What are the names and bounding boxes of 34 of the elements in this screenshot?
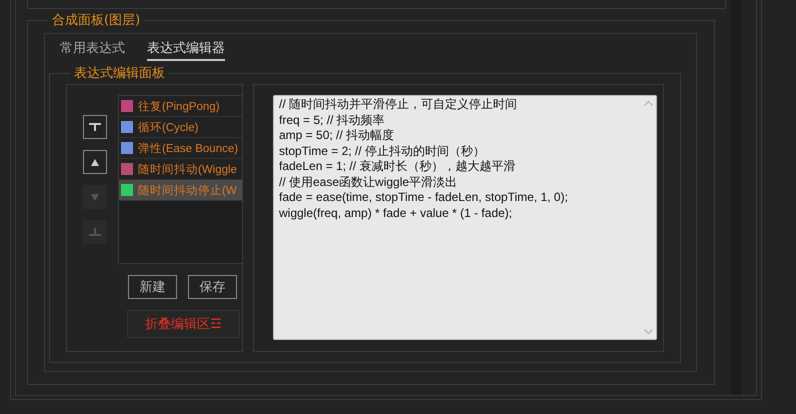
list-item[interactable]: 弹性(Ease Bounce)	[119, 138, 242, 159]
code-line: stopTime = 2; // 停止抖动的时间（秒）	[279, 144, 486, 159]
up-arrow-icon	[91, 158, 99, 166]
code-line: fadeLen = 1; // 衰减时长（秒），越大越平滑	[279, 159, 516, 174]
action-button[interactable]: 保存	[188, 275, 237, 299]
move-button[interactable]	[83, 150, 107, 174]
list-item[interactable]: 随时间抖动停止(W	[119, 180, 242, 201]
scroll-down-icon[interactable]	[644, 329, 652, 335]
code-line: fade = ease(time, stopTime - fadeLen, stopTime, 1, 0);	[279, 190, 569, 206]
item-label: 随时间抖动(Wiggle	[138, 162, 237, 176]
tab[interactable]: 表达式编辑器	[147, 37, 225, 61]
code-line: // 使用ease函数让wiggle平滑淡出	[279, 174, 458, 190]
code-line: // 随时间抖动并平滑停止，可自定义停止时间	[279, 97, 518, 112]
code-line: amp = 50; // 抖动幅度	[279, 128, 396, 144]
move-button[interactable]	[83, 115, 107, 139]
code-line: freq = 5; // 抖动频率	[279, 112, 386, 128]
code-editor[interactable]	[273, 95, 657, 340]
tab[interactable]: 常用表达式	[60, 37, 125, 61]
collapse-button[interactable]: 折叠编辑区☲	[127, 310, 240, 338]
down-arrow-icon	[91, 194, 99, 200]
move-top-icon	[89, 123, 101, 131]
list-item[interactable]: 循环(Cycle)	[119, 117, 242, 138]
list-item[interactable]: 随时间抖动(Wiggle	[119, 159, 242, 180]
list-item[interactable]: 往复(PingPong)	[119, 96, 242, 117]
item-label: 循环(Cycle)	[138, 120, 198, 134]
scroll-up-icon[interactable]	[644, 100, 652, 106]
action-button[interactable]: 新建	[128, 275, 177, 299]
item-label: 随时间抖动停止(W	[138, 184, 237, 198]
item-label: 弹性(Ease Bounce)	[138, 142, 238, 156]
panel-title: 合成面板(图层)	[51, 12, 142, 29]
code-line: wiggle(freq, amp) * fade + value * (1 - fade);	[279, 206, 514, 221]
item-label: 往复(PingPong)	[138, 100, 220, 114]
section-title: 表达式编辑面板	[73, 65, 166, 82]
move-bottom-icon	[89, 228, 101, 236]
